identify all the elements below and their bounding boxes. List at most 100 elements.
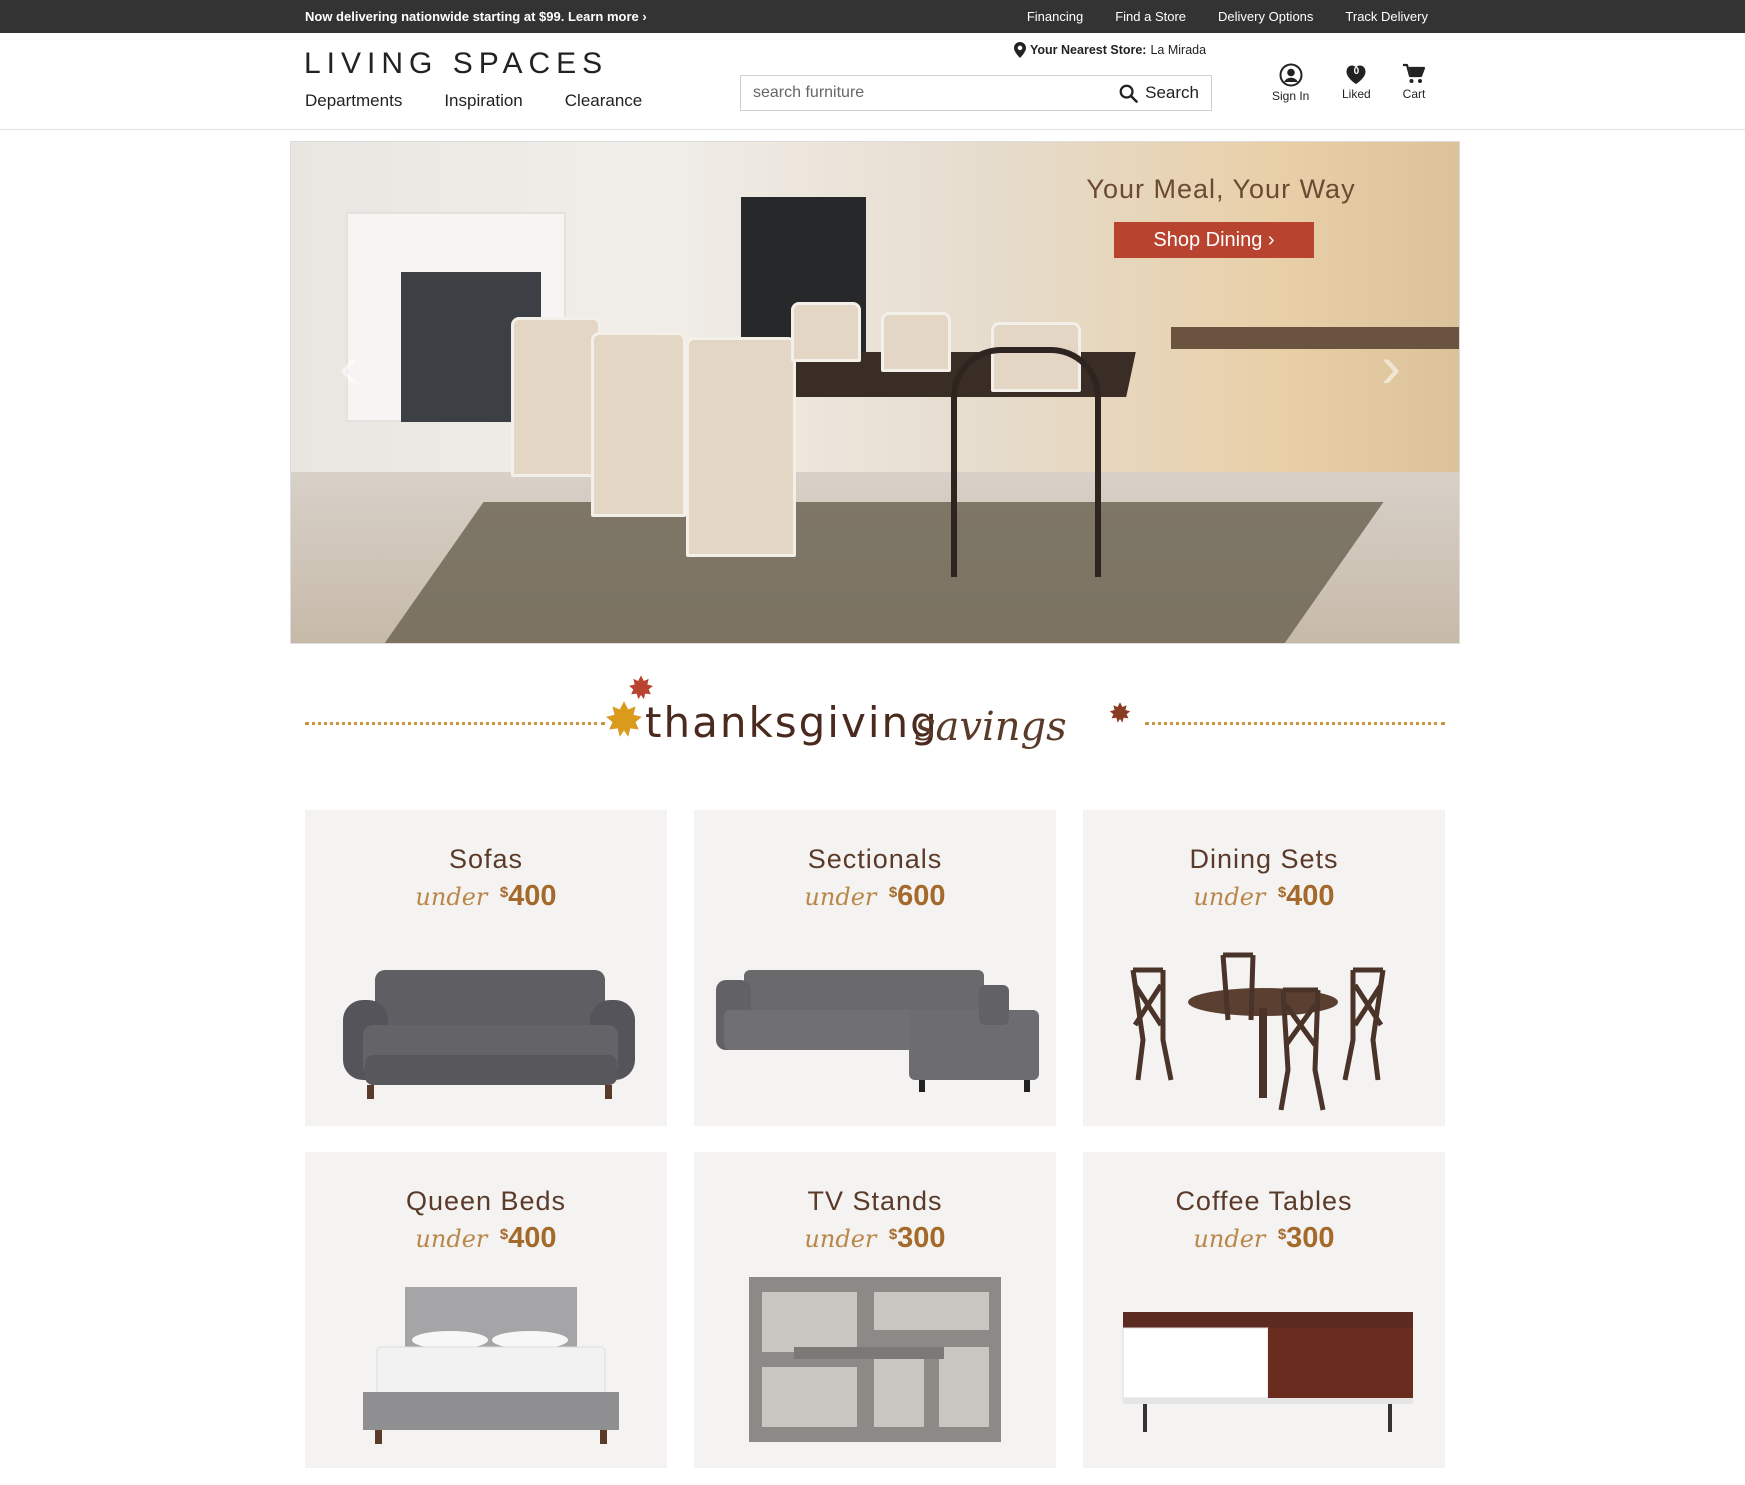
card-price: under $300 (1083, 1222, 1445, 1255)
card-under: under (1193, 1225, 1266, 1253)
hero-banner[interactable]: ‹ › Your Meal, Your Way Shop Dining › (290, 141, 1460, 644)
hero-chair (686, 337, 796, 557)
liked-count: 0 (1353, 66, 1360, 77)
card-currency: $ (888, 1226, 898, 1243)
card-currency: $ (888, 884, 898, 901)
store-name: La Mirada (1150, 43, 1207, 57)
shop-dining-button[interactable]: Shop Dining › (1114, 222, 1314, 258)
nav-inspiration[interactable]: Inspiration (444, 91, 522, 111)
card-currency: $ (499, 1226, 509, 1243)
card-amount: $400 (500, 1222, 557, 1254)
card-under: under (1193, 883, 1266, 911)
dotted-divider-left (305, 722, 605, 725)
hero-chair (791, 302, 861, 362)
card-title: Sectionals (807, 844, 943, 874)
liked-icon-wrap: 0 (1344, 63, 1368, 87)
sign-in-button[interactable]: Sign In (1272, 63, 1309, 103)
nav-clearance[interactable]: Clearance (565, 91, 643, 111)
banner-word-thanksgiving: thanksgiving (645, 698, 939, 747)
hero-dark-chair (951, 347, 1101, 577)
track-delivery-link[interactable]: Track Delivery (1345, 9, 1428, 24)
card-price: under $400 (305, 880, 667, 913)
search-button[interactable]: Search (1119, 83, 1199, 103)
category-card-coffee-tables[interactable]: Coffee Tables under $300 (1083, 1152, 1445, 1468)
card-amount: $300 (1278, 1222, 1335, 1254)
site-header: LIVING SPACES Departments Inspiration Cl… (0, 33, 1745, 130)
hero-rug (378, 502, 1384, 643)
liked-label: Liked (1342, 87, 1371, 101)
card-price: under $400 (305, 1222, 667, 1255)
card-price: under $300 (694, 1222, 1056, 1255)
card-price-value: 400 (508, 1222, 557, 1254)
card-title: Queen Beds (405, 1186, 567, 1216)
utility-links: Financing Find a Store Delivery Options … (1027, 9, 1428, 24)
card-currency: $ (1277, 884, 1287, 901)
banner-word-savings: savings (915, 704, 1067, 750)
cart-icon (1403, 63, 1426, 83)
card-title: Coffee Tables (1175, 1186, 1353, 1216)
card-amount: $400 (500, 880, 557, 912)
card-under: under (804, 883, 877, 911)
hero-headline: Your Meal, Your Way (1086, 174, 1356, 204)
delivery-promo-link[interactable]: Now delivering nationwide starting at $9… (305, 9, 647, 24)
card-amount: $400 (1278, 880, 1335, 912)
hero-prev-arrow[interactable]: ‹ (339, 332, 359, 401)
search-input[interactable] (751, 76, 1091, 110)
category-card-sectionals[interactable]: Sectionals under $600 (694, 810, 1056, 1126)
site-logo[interactable]: LIVING SPACES (304, 47, 608, 81)
user-icon (1279, 63, 1303, 87)
sofa-image (343, 970, 635, 1099)
location-pin-icon (1014, 42, 1026, 58)
cart-button[interactable]: Cart (1402, 63, 1426, 101)
card-under: under (415, 1225, 488, 1253)
hero-next-arrow[interactable]: › (1381, 332, 1401, 401)
category-card-queen-beds[interactable]: Queen Beds under $400 (305, 1152, 667, 1468)
liked-button[interactable]: 0 Liked (1342, 63, 1371, 101)
card-under: under (415, 883, 488, 911)
find-store-link[interactable]: Find a Store (1115, 9, 1186, 24)
coffee-table-image (1122, 1312, 1413, 1432)
category-card-dining-sets[interactable]: Dining Sets under $400 (1083, 810, 1445, 1126)
hero-chair (881, 312, 951, 372)
cart-label: Cart (1402, 87, 1426, 101)
delivery-options-link[interactable]: Delivery Options (1218, 9, 1313, 24)
card-currency: $ (499, 884, 509, 901)
card-under: under (804, 1225, 877, 1253)
dotted-divider-right (1145, 722, 1445, 725)
card-price-value: 600 (897, 880, 946, 912)
search-button-label: Search (1145, 83, 1199, 102)
hero-console-table (1171, 327, 1459, 349)
category-card-tv-stands[interactable]: TV Stands under $300 (694, 1152, 1056, 1468)
card-title: Dining Sets (1189, 844, 1339, 874)
card-title: Sofas (448, 844, 524, 874)
card-price-value: 400 (1286, 880, 1335, 912)
card-price-value: 300 (1286, 1222, 1335, 1254)
dining-set-image (1130, 952, 1386, 1111)
card-price: under $600 (694, 880, 1056, 913)
tv-stand-image (749, 1277, 1001, 1442)
store-label: Your Nearest Store: (1030, 43, 1147, 57)
search-box: Search (740, 75, 1212, 111)
sign-in-label: Sign In (1272, 89, 1310, 103)
top-bar: Now delivering nationwide starting at $9… (0, 0, 1745, 33)
main-nav: Departments Inspiration Clearance (305, 91, 642, 111)
nav-departments[interactable]: Departments (305, 91, 402, 111)
nearest-store[interactable]: Your Nearest Store: La Mirada (1014, 42, 1206, 58)
card-price: under $400 (1083, 880, 1445, 913)
card-currency: $ (1277, 1226, 1287, 1243)
card-amount: $300 (889, 1222, 946, 1254)
search-icon (1119, 84, 1138, 103)
card-price-value: 300 (897, 1222, 946, 1254)
card-title: TV Stands (807, 1186, 943, 1216)
category-card-sofas[interactable]: Sofas under $400 (305, 810, 667, 1126)
hero-chair (511, 317, 601, 477)
bed-image (363, 1287, 619, 1444)
sectional-image (716, 970, 1039, 1092)
maple-leaf-icon (606, 701, 642, 737)
financing-link[interactable]: Financing (1027, 9, 1083, 24)
hero-chair (591, 332, 686, 517)
thanksgiving-banner: thanksgiving savings (305, 668, 1445, 768)
card-amount: $600 (889, 880, 946, 912)
maple-leaf-icon (1109, 702, 1131, 723)
card-price-value: 400 (508, 880, 557, 912)
